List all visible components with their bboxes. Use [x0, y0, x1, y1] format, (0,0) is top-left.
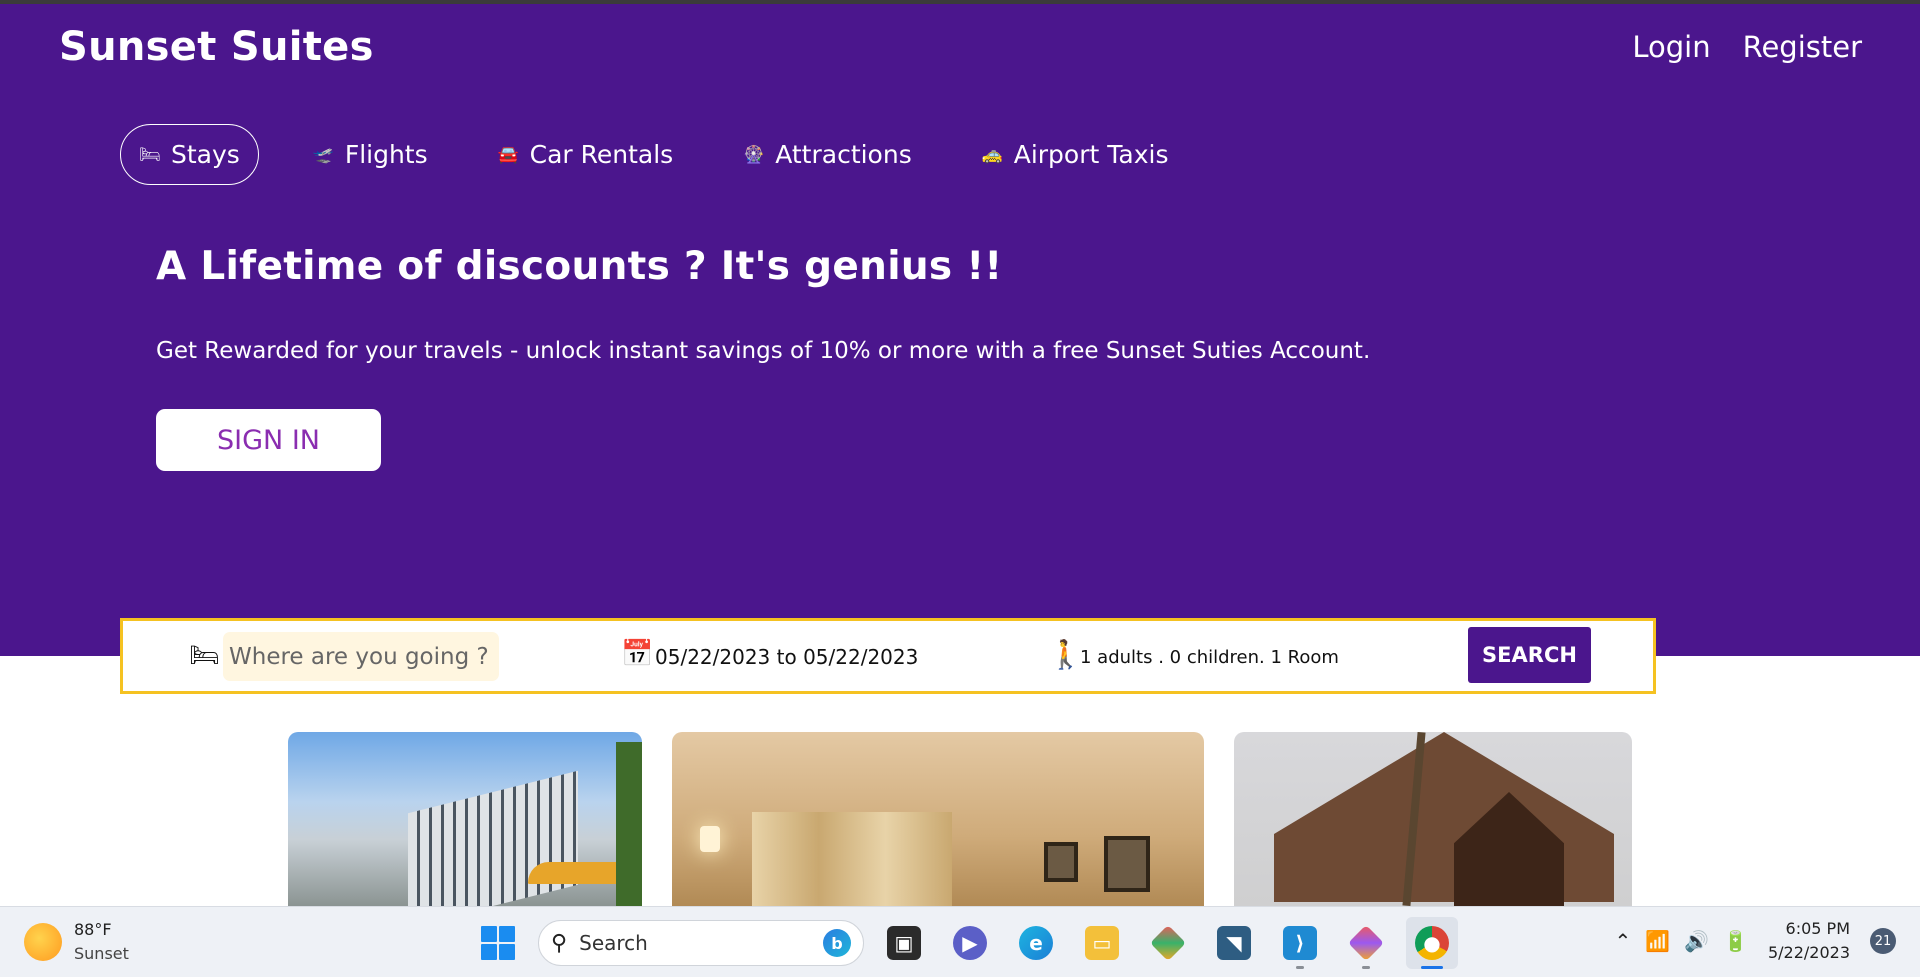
chrome-icon: ● — [1415, 926, 1449, 960]
edge-icon: e — [1019, 926, 1053, 960]
search-bar: 🛏 📅 05/22/2023 to 05/22/2023 🚶 1 adults … — [120, 618, 1656, 694]
mysql-workbench-button[interactable]: ◥ — [1208, 917, 1260, 969]
windows-taskbar: 88°F Sunset ⚲ Search b ▣ ▶ e ▭ ◥ ⟩ ● ⌃ 📶… — [0, 906, 1920, 977]
clock-date: 5/22/2023 — [1767, 943, 1850, 962]
nav-item-label: Attractions — [775, 140, 912, 169]
picture-frame-image — [1044, 842, 1078, 882]
hero-headline: A Lifetime of discounts ? It's genius !! — [156, 244, 1003, 289]
chevron-up-icon[interactable]: ⌃ — [1614, 929, 1631, 953]
bing-icon[interactable]: b — [823, 929, 851, 957]
picture-frame-image — [1104, 836, 1150, 892]
notification-badge[interactable]: 21 — [1870, 928, 1896, 954]
windows-logo-icon — [481, 926, 497, 942]
diamond-app-icon — [1149, 924, 1187, 962]
nav-item-label: Airport Taxis — [1013, 140, 1169, 169]
folder-icon: ▭ — [1085, 926, 1119, 960]
category-nav: 🛏 Stays 🛫 Flights 🚘 Car Rentals 🎡 Attrac… — [120, 124, 1184, 185]
car-icon: 🚘 — [497, 144, 519, 165]
battery-icon[interactable]: 🔋 — [1723, 929, 1748, 953]
weather-widget[interactable]: 88°F Sunset — [24, 918, 129, 966]
chrome-button[interactable]: ● — [1406, 917, 1458, 969]
app-diamond-button[interactable] — [1142, 917, 1194, 969]
auth-links: Login Register — [1632, 30, 1862, 64]
file-explorer-button[interactable]: ▭ — [1076, 917, 1128, 969]
date-range[interactable]: 05/22/2023 to 05/22/2023 — [655, 645, 918, 669]
teams-chat-button[interactable]: ▶ — [944, 917, 996, 969]
weather-text: 88°F Sunset — [74, 918, 129, 966]
task-view-icon: ▣ — [887, 926, 921, 960]
property-card-villa[interactable] — [1234, 732, 1632, 906]
destination-input[interactable] — [223, 632, 499, 681]
hero-header: Sunset Suites Login Register 🛏 Stays 🛫 F… — [0, 4, 1920, 656]
task-view-button[interactable]: ▣ — [878, 917, 930, 969]
ferris-wheel-icon: 🎡 — [743, 144, 765, 165]
start-button[interactable] — [472, 917, 524, 969]
nav-item-label: Flights — [344, 140, 428, 169]
weather-label: Sunset — [74, 944, 129, 963]
nav-item-label: Stays — [171, 140, 240, 169]
nav-item-airport-taxis[interactable]: 🚕 Airport Taxis — [966, 124, 1185, 185]
search-button[interactable]: SEARCH — [1468, 627, 1591, 683]
nav-item-label: Car Rentals — [529, 140, 674, 169]
brand-logo[interactable]: Sunset Suites — [59, 24, 374, 70]
vscode-icon: ⟩ — [1283, 926, 1317, 960]
taskbar-search-label: Search — [579, 931, 648, 955]
nav-item-flights[interactable]: 🛫 Flights — [297, 124, 444, 185]
curtain-image — [752, 812, 952, 906]
palm-tree-image — [616, 742, 642, 906]
property-card-hotel-building[interactable] — [288, 732, 642, 906]
vscode-button[interactable]: ⟩ — [1274, 917, 1326, 969]
taskbar-search[interactable]: ⚲ Search b — [538, 920, 864, 966]
plane-icon: 🛫 — [312, 144, 334, 165]
clock-time: 6:05 PM — [1785, 919, 1850, 938]
page: Sunset Suites Login Register 🛏 Stays 🛫 F… — [0, 0, 1920, 977]
chat-icon: ▶ — [953, 926, 987, 960]
calendar-icon[interactable]: 📅 — [621, 639, 653, 669]
wall-lamp-image — [700, 826, 720, 852]
bed-icon: 🛏 — [139, 144, 161, 165]
search-icon: ⚲ — [551, 930, 568, 956]
running-indicator — [1362, 966, 1370, 969]
nav-item-car-rentals[interactable]: 🚘 Car Rentals — [482, 124, 690, 185]
login-link[interactable]: Login — [1632, 30, 1710, 64]
person-icon[interactable]: 🚶 — [1048, 638, 1083, 671]
hotel-building-image — [408, 770, 578, 906]
app-diamond-button-2[interactable] — [1340, 917, 1392, 969]
running-indicator — [1296, 966, 1304, 969]
sign-in-button[interactable]: SIGN IN — [156, 409, 381, 471]
nav-item-attractions[interactable]: 🎡 Attractions — [727, 124, 928, 185]
taxi-icon: 🚕 — [981, 144, 1003, 165]
register-link[interactable]: Register — [1743, 30, 1862, 64]
volume-icon[interactable]: 🔊 — [1684, 929, 1709, 953]
property-card-hotel-room[interactable] — [672, 732, 1204, 906]
weather-temperature: 88°F — [74, 920, 112, 939]
nav-item-stays[interactable]: 🛏 Stays — [120, 124, 259, 185]
guest-options[interactable]: 1 adults . 0 children. 1 Room — [1080, 647, 1339, 668]
taskbar-apps: ⚲ Search b ▣ ▶ e ▭ ◥ ⟩ ● — [472, 917, 1458, 969]
clock[interactable]: 6:05 PM 5/22/2023 — [1762, 917, 1856, 965]
sunset-weather-icon — [24, 923, 62, 961]
active-indicator — [1421, 966, 1443, 969]
bed-icon: 🛏 — [189, 641, 220, 669]
system-tray: ⌃ 📶 🔊 🔋 6:05 PM 5/22/2023 21 — [1614, 917, 1896, 965]
hero-subtext: Get Rewarded for your travels - unlock i… — [156, 338, 1371, 364]
edge-button[interactable]: e — [1010, 917, 1062, 969]
wifi-icon[interactable]: 📶 — [1645, 929, 1670, 953]
diamond-app-icon — [1347, 924, 1385, 962]
mysql-icon: ◥ — [1217, 926, 1251, 960]
